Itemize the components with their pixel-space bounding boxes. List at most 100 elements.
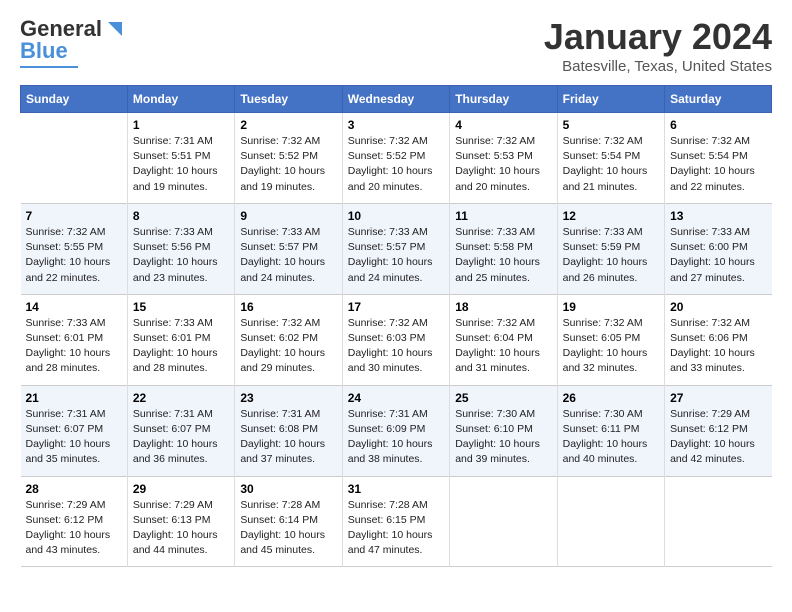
subtitle: Batesville, Texas, United States [544,58,772,75]
calendar-cell: 1 Sunrise: 7:31 AM Sunset: 5:51 PM Daylig… [127,113,234,204]
day-number: 16 [240,300,336,314]
day-info: Sunrise: 7:32 AM Sunset: 6:04 PM Dayligh… [455,316,551,377]
calendar-cell: 23Sunrise: 7:31 AM Sunset: 6:08 PM Dayli… [235,385,342,476]
day-info: Sunrise: 7:31 AM Sunset: 5:51 PM Dayligh… [133,134,229,195]
calendar-table: SundayMondayTuesdayWednesdayThursdayFrid… [20,85,772,567]
day-number: 21 [26,391,122,405]
day-info: Sunrise: 7:32 AM Sunset: 6:02 PM Dayligh… [240,316,336,377]
calendar-cell: 6 Sunrise: 7:32 AM Sunset: 5:54 PM Daylig… [665,113,772,204]
day-info: Sunrise: 7:32 AM Sunset: 6:05 PM Dayligh… [563,316,659,377]
calendar-cell: 4 Sunrise: 7:32 AM Sunset: 5:53 PM Daylig… [450,113,557,204]
day-info: Sunrise: 7:32 AM Sunset: 5:55 PM Dayligh… [26,225,122,286]
day-info: Sunrise: 7:32 AM Sunset: 5:54 PM Dayligh… [670,134,766,195]
day-info: Sunrise: 7:33 AM Sunset: 6:01 PM Dayligh… [133,316,229,377]
page: General Blue January 2024 Batesville, Te… [0,0,792,583]
day-info: Sunrise: 7:29 AM Sunset: 6:13 PM Dayligh… [133,498,229,559]
calendar-cell: 31 Sunrise: 7:28 AM Sunset: 6:15 PM Dayli… [342,476,449,567]
header-cell-monday: Monday [127,86,234,113]
day-info: Sunrise: 7:30 AM Sunset: 6:11 PM Dayligh… [563,407,659,468]
header-cell-sunday: Sunday [21,86,128,113]
day-number: 17 [348,300,444,314]
calendar-cell: 17Sunrise: 7:32 AM Sunset: 6:03 PM Dayli… [342,294,449,385]
header-cell-tuesday: Tuesday [235,86,342,113]
logo-underline [20,66,78,68]
main-title: January 2024 [544,16,772,58]
day-info: Sunrise: 7:32 AM Sunset: 5:52 PM Dayligh… [240,134,336,195]
header-cell-saturday: Saturday [665,86,772,113]
header-cell-friday: Friday [557,86,664,113]
calendar-cell: 30 Sunrise: 7:28 AM Sunset: 6:14 PM Dayli… [235,476,342,567]
calendar-cell: 29 Sunrise: 7:29 AM Sunset: 6:13 PM Dayli… [127,476,234,567]
logo-triangle-icon [102,18,124,40]
calendar-cell: 10Sunrise: 7:33 AM Sunset: 5:57 PM Dayli… [342,203,449,294]
calendar-cell [450,476,557,567]
calendar-cell: 14Sunrise: 7:33 AM Sunset: 6:01 PM Dayli… [21,294,128,385]
calendar-cell: 11Sunrise: 7:33 AM Sunset: 5:58 PM Dayli… [450,203,557,294]
day-number: 24 [348,391,444,405]
day-info: Sunrise: 7:33 AM Sunset: 5:57 PM Dayligh… [240,225,336,286]
day-number: 2 [240,118,336,132]
calendar-cell [665,476,772,567]
day-number: 25 [455,391,551,405]
calendar-body: 1 Sunrise: 7:31 AM Sunset: 5:51 PM Daylig… [21,113,772,567]
calendar-cell: 12 Sunrise: 7:33 AM Sunset: 5:59 PM Dayli… [557,203,664,294]
title-block: January 2024 Batesville, Texas, United S… [544,16,772,75]
calendar-cell: 26 Sunrise: 7:30 AM Sunset: 6:11 PM Dayli… [557,385,664,476]
header-row: SundayMondayTuesdayWednesdayThursdayFrid… [21,86,772,113]
day-info: Sunrise: 7:33 AM Sunset: 5:58 PM Dayligh… [455,225,551,286]
calendar-cell: 5Sunrise: 7:32 AM Sunset: 5:54 PM Daylig… [557,113,664,204]
calendar-cell: 2 Sunrise: 7:32 AM Sunset: 5:52 PM Daylig… [235,113,342,204]
day-number: 22 [133,391,229,405]
day-info: Sunrise: 7:31 AM Sunset: 6:07 PM Dayligh… [26,407,122,468]
header: General Blue January 2024 Batesville, Te… [20,16,772,75]
day-number: 13 [670,209,766,223]
calendar-cell: 15 Sunrise: 7:33 AM Sunset: 6:01 PM Dayli… [127,294,234,385]
day-number: 26 [563,391,659,405]
day-number: 27 [670,391,766,405]
day-info: Sunrise: 7:33 AM Sunset: 6:00 PM Dayligh… [670,225,766,286]
day-number: 15 [133,300,229,314]
day-number: 31 [348,482,444,496]
day-number: 8 [133,209,229,223]
day-info: Sunrise: 7:33 AM Sunset: 6:01 PM Dayligh… [26,316,122,377]
day-info: Sunrise: 7:31 AM Sunset: 6:08 PM Dayligh… [240,407,336,468]
day-info: Sunrise: 7:31 AM Sunset: 6:09 PM Dayligh… [348,407,444,468]
calendar-cell: 3Sunrise: 7:32 AM Sunset: 5:52 PM Daylig… [342,113,449,204]
calendar-cell: 22Sunrise: 7:31 AM Sunset: 6:07 PM Dayli… [127,385,234,476]
calendar-cell [557,476,664,567]
day-info: Sunrise: 7:32 AM Sunset: 5:54 PM Dayligh… [563,134,659,195]
calendar-cell: 21 Sunrise: 7:31 AM Sunset: 6:07 PM Dayli… [21,385,128,476]
day-number: 20 [670,300,766,314]
calendar-header: SundayMondayTuesdayWednesdayThursdayFrid… [21,86,772,113]
week-row-4: 21 Sunrise: 7:31 AM Sunset: 6:07 PM Dayli… [21,385,772,476]
day-number: 28 [26,482,122,496]
day-number: 12 [563,209,659,223]
day-number: 29 [133,482,229,496]
day-number: 3 [348,118,444,132]
calendar-cell: 25 Sunrise: 7:30 AM Sunset: 6:10 PM Dayli… [450,385,557,476]
logo-blue: Blue [20,38,68,64]
day-number: 9 [240,209,336,223]
day-info: Sunrise: 7:33 AM Sunset: 5:56 PM Dayligh… [133,225,229,286]
day-number: 18 [455,300,551,314]
calendar-cell: 20 Sunrise: 7:32 AM Sunset: 6:06 PM Dayli… [665,294,772,385]
calendar-cell: 13 Sunrise: 7:33 AM Sunset: 6:00 PM Dayli… [665,203,772,294]
day-number: 4 [455,118,551,132]
calendar-cell: 18 Sunrise: 7:32 AM Sunset: 6:04 PM Dayli… [450,294,557,385]
day-info: Sunrise: 7:30 AM Sunset: 6:10 PM Dayligh… [455,407,551,468]
calendar-cell: 24 Sunrise: 7:31 AM Sunset: 6:09 PM Dayli… [342,385,449,476]
day-info: Sunrise: 7:28 AM Sunset: 6:14 PM Dayligh… [240,498,336,559]
calendar-cell: 7 Sunrise: 7:32 AM Sunset: 5:55 PM Daylig… [21,203,128,294]
calendar-cell: 27Sunrise: 7:29 AM Sunset: 6:12 PM Dayli… [665,385,772,476]
day-info: Sunrise: 7:32 AM Sunset: 6:06 PM Dayligh… [670,316,766,377]
day-number: 7 [26,209,122,223]
day-info: Sunrise: 7:33 AM Sunset: 5:59 PM Dayligh… [563,225,659,286]
logo: General Blue [20,16,124,68]
day-info: Sunrise: 7:33 AM Sunset: 5:57 PM Dayligh… [348,225,444,286]
calendar-cell: 8 Sunrise: 7:33 AM Sunset: 5:56 PM Daylig… [127,203,234,294]
day-number: 30 [240,482,336,496]
day-info: Sunrise: 7:28 AM Sunset: 6:15 PM Dayligh… [348,498,444,559]
day-info: Sunrise: 7:32 AM Sunset: 5:53 PM Dayligh… [455,134,551,195]
day-number: 6 [670,118,766,132]
day-number: 1 [133,118,229,132]
